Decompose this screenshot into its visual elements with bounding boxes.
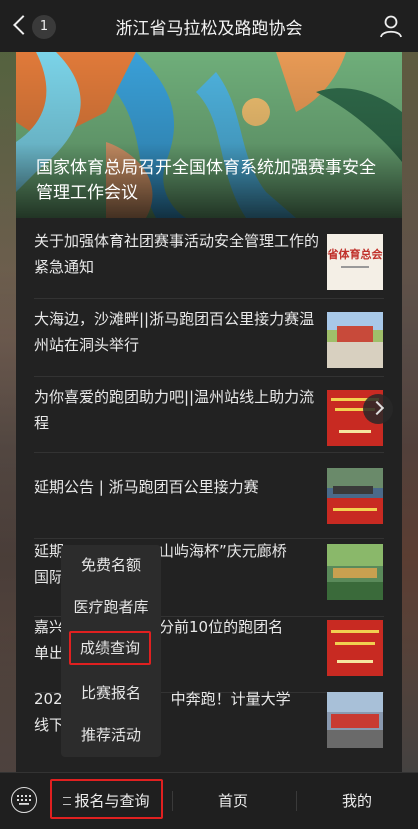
article-thumbnail	[327, 544, 383, 600]
back-button[interactable]: 1	[6, 12, 58, 42]
article-item[interactable]: 大海边，沙滩畔||浙马跑团百公里接力赛温州站在洞头举行	[16, 306, 402, 382]
menu-item-medical-runners[interactable]: 医疗跑者库	[61, 587, 161, 627]
menu-item-free-quota[interactable]: 免费名额	[61, 545, 161, 585]
article-title: 大海边，沙滩畔||浙马跑团百公里接力赛温州站在洞头举行	[34, 310, 315, 354]
person-icon	[380, 15, 402, 38]
divider	[34, 376, 384, 377]
hero-headline: 国家体育总局召开全国体育系统加强赛事安全管理工作会议	[36, 158, 376, 203]
thumbnail-text: 省体育总会	[327, 248, 383, 261]
article-thumbnail	[327, 620, 383, 676]
menu-lines-icon	[63, 796, 72, 805]
divider	[34, 452, 384, 453]
menu-item-race-registration[interactable]: 比赛报名	[61, 673, 161, 713]
divider	[34, 298, 384, 299]
carousel-next-button[interactable]	[363, 394, 393, 424]
user-profile-button[interactable]	[378, 13, 404, 39]
chevron-left-icon	[13, 15, 33, 35]
article-title: 为你喜爱的跑团助力吧||温州站线上助力流程	[34, 388, 315, 432]
article-thumbnail	[327, 468, 383, 524]
article-item[interactable]: 延期公告 | 浙马跑团百公里接力赛	[16, 462, 402, 538]
top-nav-bar: 1 浙江省马拉松及路跑协会	[0, 0, 418, 52]
article-title: 延期公告 | 浙马跑团百公里接力赛	[34, 478, 259, 496]
menu-item-recommended-events[interactable]: 推荐活动	[61, 715, 161, 755]
article-thumbnail: 省体育总会	[327, 234, 383, 290]
article-item[interactable]: 为你喜爱的跑团助力吧||温州站线上助力流程	[16, 384, 402, 460]
bottom-tab-bar: 报名与查询 首页 我的	[0, 772, 418, 829]
article-thumbnail	[327, 692, 383, 748]
popup-menu: 免费名额 医疗跑者库 成绩查询 比赛报名 推荐活动	[61, 545, 161, 757]
hero-article[interactable]: 国家体育总局召开全国体育系统加强赛事安全管理工作会议	[16, 52, 402, 218]
article-thumbnail	[327, 312, 383, 368]
tab-home[interactable]: 首页	[178, 773, 288, 829]
back-count-badge: 1	[32, 15, 56, 39]
article-title: 关于加强体育社团赛事活动安全管理工作的紧急通知	[34, 232, 320, 276]
chevron-right-icon	[369, 400, 385, 416]
keyboard-icon[interactable]	[11, 787, 37, 813]
tab-mine[interactable]: 我的	[302, 773, 412, 829]
article-item[interactable]: 关于加强体育社团赛事活动安全管理工作的紧急通知 省体育总会	[16, 228, 402, 304]
tab-signup-query[interactable]: 报名与查询	[50, 773, 163, 829]
menu-item-results-query[interactable]: 成绩查询	[69, 631, 151, 665]
page-title: 浙江省马拉松及路跑协会	[115, 19, 303, 39]
